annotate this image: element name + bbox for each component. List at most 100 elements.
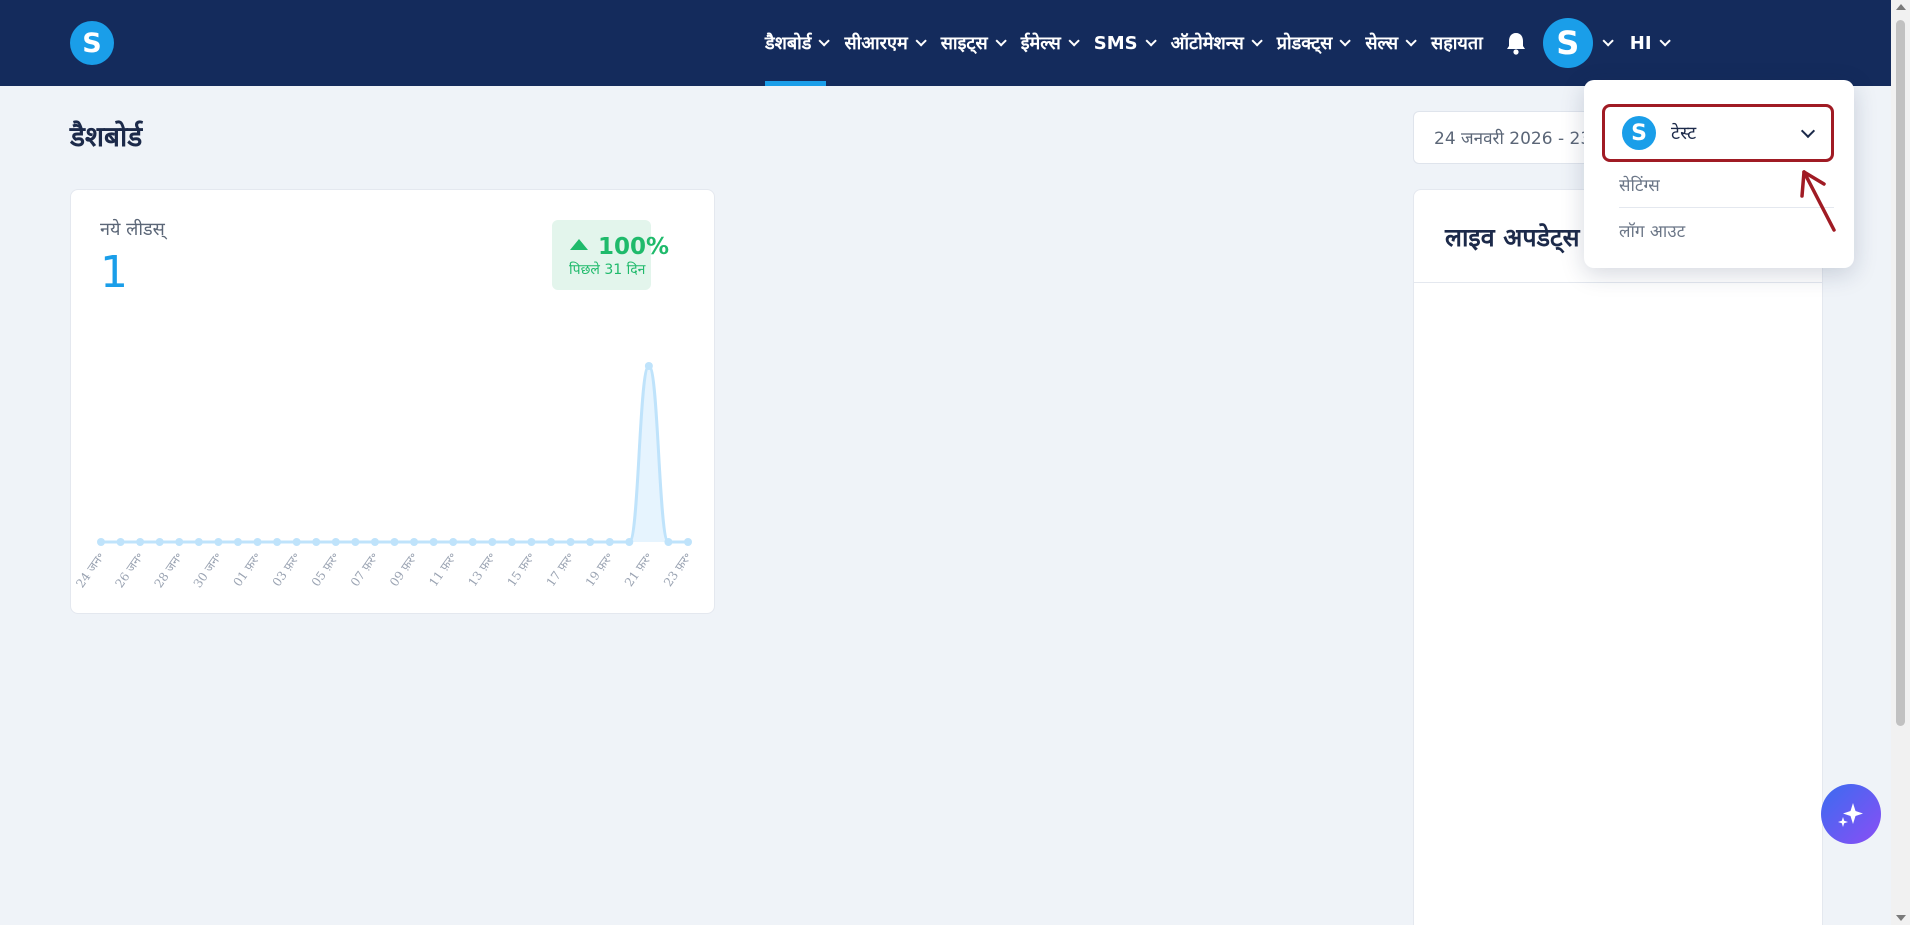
chart-point — [625, 538, 634, 546]
chart-point — [370, 538, 379, 546]
chevron-down-icon — [1251, 35, 1263, 47]
chart-point — [605, 538, 614, 546]
chart-point — [547, 538, 556, 546]
sparkle-icon — [1838, 803, 1863, 827]
chevron-down-icon — [1659, 35, 1671, 47]
menu-item-logout[interactable]: लॉग आउट — [1619, 219, 1685, 242]
nav-crm[interactable]: सीआरएम — [844, 0, 927, 86]
live-updates-title: लाइव अपडेट्स — [1445, 223, 1580, 252]
chart-point — [664, 538, 673, 546]
account-name: टेस्ट — [1671, 123, 1697, 144]
account-avatar: S — [1622, 116, 1656, 150]
bell-icon[interactable] — [1505, 31, 1527, 55]
x-tick-label: 19 फ़र॰ — [583, 550, 616, 589]
chart-point — [684, 538, 692, 546]
chevron-down-icon — [818, 35, 831, 47]
nav-help[interactable]: सहायता — [1431, 0, 1483, 86]
ai-assistant-button[interactable] — [1821, 784, 1881, 844]
chart-area — [101, 366, 688, 542]
account-switcher[interactable]: S टेस्ट — [1602, 104, 1834, 162]
chart-point — [136, 538, 145, 546]
nav-products[interactable]: प्रोडक्ट्स — [1276, 0, 1352, 86]
x-tick-label: 26 जन॰ — [112, 550, 146, 591]
chevron-down-icon — [1405, 35, 1417, 47]
language-selector[interactable]: HI — [1629, 0, 1671, 86]
x-tick-label: 01 फ़र॰ — [231, 550, 264, 589]
language-label: HI — [1629, 32, 1652, 54]
annotation-arrow-icon — [1800, 170, 1836, 232]
date-range-picker[interactable]: 24 जनवरी 2026 - 23 — [1413, 111, 1613, 164]
chevron-down-icon — [1145, 35, 1157, 47]
nav-automations[interactable]: ऑटोमेशन्स — [1170, 0, 1263, 86]
nav-sms[interactable]: SMS — [1093, 0, 1157, 86]
nav-emails-label: ईमेल्स — [1020, 33, 1061, 54]
nav-sites[interactable]: साइट्स — [940, 0, 1007, 86]
chart-point — [194, 538, 203, 546]
chevron-down-icon — [995, 35, 1007, 47]
scrollbar-thumb[interactable] — [1896, 20, 1905, 726]
avatar: S — [1542, 18, 1593, 68]
chart-point — [586, 538, 595, 546]
top-navbar: S डैशबोर्ड सीआरएम साइट्स ईमेल्स SMS ऑटोम… — [0, 0, 1891, 86]
chart-point — [488, 538, 497, 546]
x-tick-label: 11 फ़र॰ — [426, 550, 459, 589]
x-tick-label: 17 फ़र॰ — [544, 550, 577, 589]
chart-point — [390, 538, 399, 546]
user-menu-toggle[interactable]: S — [1542, 18, 1614, 68]
chart-point — [233, 538, 242, 546]
chart-point — [410, 538, 419, 546]
chart-point — [155, 538, 164, 546]
scroll-up-icon[interactable] — [1896, 4, 1906, 10]
brand-logo[interactable]: S — [70, 21, 114, 65]
x-tick-label: 03 फ़र॰ — [270, 550, 303, 589]
chart-point — [527, 538, 536, 546]
main-nav: डैशबोर्ड सीआरएम साइट्स ईमेल्स SMS ऑटोमेश… — [765, 0, 1685, 86]
chart-point — [116, 538, 125, 546]
nav-sites-label: साइट्स — [940, 33, 988, 54]
chevron-down-icon — [1602, 35, 1614, 47]
live-updates-card: लाइव अपडेट्स — [1413, 189, 1823, 925]
x-tick-label: 07 फ़र॰ — [348, 550, 381, 589]
chevron-down-icon — [915, 35, 927, 47]
chevron-down-icon — [1068, 35, 1080, 47]
menu-item-settings[interactable]: सेटिंग्स — [1619, 173, 1660, 196]
nav-automations-label: ऑटोमेशन्स — [1170, 33, 1244, 54]
page-title: डैशबोर्ड — [70, 120, 143, 153]
chart-point — [429, 538, 438, 546]
chart-point — [507, 538, 516, 546]
chart-point — [292, 538, 301, 546]
x-tick-label: 28 जन॰ — [151, 550, 185, 591]
nav-emails[interactable]: ईमेल्स — [1020, 0, 1080, 86]
nav-dashboard[interactable]: डैशबोर्ड — [765, 0, 831, 86]
scroll-down-icon[interactable] — [1896, 915, 1906, 921]
page-scrollbar[interactable] — [1891, 0, 1910, 925]
chart-point — [175, 538, 184, 546]
chart-line — [100, 364, 688, 544]
new-leads-card: नये लीडस् 1 100% पिछले 31 दिन 24 जन॰ 26 ज… — [70, 189, 715, 614]
chart-point — [331, 538, 340, 546]
x-tick-label: 23 फ़र॰ — [661, 550, 694, 589]
chart-point — [449, 538, 458, 546]
chevron-down-icon — [1339, 35, 1352, 47]
nav-sales[interactable]: सेल्स — [1365, 0, 1417, 86]
chart-point — [351, 538, 360, 546]
chart-point — [253, 538, 262, 546]
x-tick-label: 09 फ़र॰ — [387, 550, 420, 589]
divider — [1414, 282, 1822, 283]
chart-point — [312, 538, 321, 546]
x-tick-label: 05 फ़र॰ — [309, 550, 342, 589]
nav-help-label: सहायता — [1431, 33, 1483, 54]
x-tick-label: 15 फ़र॰ — [504, 550, 537, 589]
nav-sms-label: SMS — [1093, 32, 1138, 54]
nav-sales-label: सेल्स — [1365, 33, 1399, 54]
x-tick-label: 13 फ़र॰ — [465, 550, 498, 589]
chart-point — [273, 538, 282, 546]
chevron-down-icon — [1800, 123, 1816, 139]
nav-crm-label: सीआरएम — [844, 33, 908, 54]
nav-products-label: प्रोडक्ट्स — [1276, 33, 1333, 54]
chart-point — [214, 538, 223, 546]
x-tick-label: 30 जन॰ — [191, 550, 225, 591]
nav-dashboard-label: डैशबोर्ड — [765, 33, 812, 54]
x-tick-label: 24 जन॰ — [73, 550, 107, 591]
chart-point — [644, 362, 653, 370]
